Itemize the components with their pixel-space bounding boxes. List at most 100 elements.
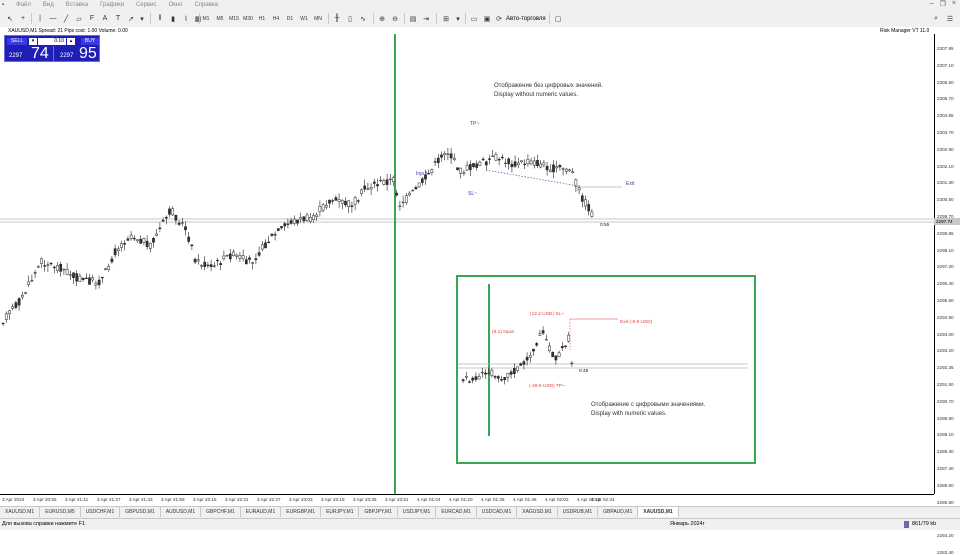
time-tick-label: 4 Apr 01:36: [481, 497, 505, 502]
buy-price-pips[interactable]: 95: [79, 46, 97, 62]
bar-type-icon[interactable]: ╫: [331, 13, 343, 24]
restore-icon[interactable]: ❐: [940, 0, 946, 8]
sell-price-pips[interactable]: 74: [31, 46, 49, 62]
fibonacci-icon[interactable]: F: [86, 13, 98, 24]
sl-numeric-label[interactable]: (12.2 USD) SL~: [530, 312, 564, 317]
menu-charts[interactable]: Графики: [94, 2, 130, 8]
candle-body: [414, 187, 418, 190]
sl-label[interactable]: SL~: [468, 191, 477, 197]
candle-body: [571, 171, 575, 173]
timeframe-m5[interactable]: M5: [214, 13, 226, 24]
tp-numeric-label[interactable]: (-29.8 USD) TP~: [529, 384, 565, 389]
candle-body: [200, 265, 203, 267]
timeframe-m30[interactable]: M30: [242, 13, 254, 24]
candle-body: [187, 236, 191, 242]
bar-chart-icon[interactable]: ǁ: [154, 13, 166, 24]
chart-tab[interactable]: EURUSD,M5: [40, 507, 81, 517]
candle-body: [110, 258, 114, 263]
auto-trading-icon[interactable]: ⟳: [493, 13, 505, 24]
minimize-icon[interactable]: –: [930, 0, 934, 8]
chart-tab[interactable]: EURCAD,M1: [436, 507, 477, 517]
indicators-icon[interactable]: ⊞: [440, 13, 452, 24]
buy-price-prefix[interactable]: 2297: [60, 53, 73, 59]
zoom-in-icon[interactable]: ⊕: [376, 13, 388, 24]
tp-label[interactable]: TP~: [470, 121, 479, 127]
channel-icon[interactable]: ▱: [73, 13, 85, 24]
chart-tab[interactable]: XAUUSD,M1: [0, 507, 41, 517]
grid-icon[interactable]: ▤: [407, 13, 419, 24]
crosshair-icon[interactable]: +: [17, 13, 29, 24]
chart-tab[interactable]: XAGUSD,M1: [517, 507, 558, 517]
chart-tab[interactable]: AUDUSD,M1: [161, 507, 202, 517]
chart-tab[interactable]: USDCAD,M1: [477, 507, 518, 517]
templates-icon[interactable]: ▣: [481, 13, 493, 24]
candle-body: [356, 200, 360, 202]
lot-input[interactable]: 0.10: [38, 38, 66, 45]
chart-tab[interactable]: USDCHF,M1: [81, 507, 121, 517]
price-tick-label: 2306.50: [937, 79, 954, 85]
exit-label[interactable]: Exit: [626, 181, 634, 187]
lot-increase-icon[interactable]: ▴: [67, 38, 75, 45]
chart-info-bar: [0, 27, 960, 34]
candle-body: [334, 197, 338, 201]
chat-icon[interactable]: ☰: [944, 13, 956, 24]
chart-tab[interactable]: EURGBP,M1: [281, 507, 322, 517]
vertical-line-icon[interactable]: |: [34, 13, 46, 24]
trendline-icon[interactable]: ╱: [60, 13, 72, 24]
buy-button[interactable]: BUY: [81, 38, 99, 45]
exit-numeric-label[interactable]: Exit (-9.8 USD): [620, 320, 652, 325]
annotation-top-ru: Отображение без цифровых значений.: [494, 83, 603, 89]
label-icon[interactable]: T: [112, 13, 124, 24]
chart-tab[interactable]: USDRUB,M1: [558, 507, 599, 517]
timeframe-d1[interactable]: D1: [284, 13, 296, 24]
chart-tab[interactable]: GBPCHF,M1: [201, 507, 241, 517]
chart-tab[interactable]: USDJPY,M1: [398, 507, 437, 517]
input-label[interactable]: Input: [416, 171, 427, 177]
indicators-dropdown-icon[interactable]: ▾: [452, 13, 464, 24]
chart-tab[interactable]: GBPJPY,M1: [359, 507, 398, 517]
candle-body: [436, 157, 440, 164]
price-tick-label: 2289.10: [937, 432, 954, 438]
chart-tab[interactable]: EURAUD,M1: [241, 507, 282, 517]
new-order-icon[interactable]: ▢: [552, 13, 564, 24]
candle-body: [206, 264, 210, 267]
menu-help[interactable]: Справка: [188, 2, 224, 8]
candle-body: [257, 252, 261, 256]
candle-type-icon[interactable]: ▯: [344, 13, 356, 24]
lot-decrease-icon[interactable]: ▾: [29, 38, 37, 45]
zoom-out-icon[interactable]: ⊖: [389, 13, 401, 24]
candle-body: [8, 310, 11, 315]
timeframe-w1[interactable]: W1: [298, 13, 310, 24]
menu-file[interactable]: Файл: [10, 2, 37, 8]
timeframe-mn[interactable]: MN: [312, 13, 324, 24]
auto-trading-button[interactable]: Авто-торговля: [506, 13, 550, 24]
close-icon[interactable]: ×: [952, 0, 956, 8]
timeframe-m1[interactable]: M1: [200, 13, 212, 24]
chart-tab[interactable]: GBPUSD,M1: [120, 507, 161, 517]
chart-tab[interactable]: EURJPY,M1: [321, 507, 360, 517]
chart-tab[interactable]: GBPAUD,M1: [598, 507, 639, 517]
menu-view[interactable]: Вид: [37, 2, 60, 8]
candle-body: [52, 266, 56, 269]
more-icon[interactable]: ▾: [136, 13, 148, 24]
timeframe-h1[interactable]: H1: [256, 13, 268, 24]
timeframe-h4[interactable]: H4: [270, 13, 282, 24]
menu-window[interactable]: Окно: [162, 2, 188, 8]
periods-icon[interactable]: ▭: [468, 13, 480, 24]
horizontal-line-icon[interactable]: —: [47, 13, 59, 24]
input-numeric-label[interactable]: (8.1) Input: [492, 330, 514, 335]
line-type-icon[interactable]: ∿: [357, 13, 369, 24]
menu-tools[interactable]: Сервис: [130, 2, 163, 8]
annotation-bottom-en: Display with numeric values.: [591, 411, 667, 417]
cursor-icon[interactable]: ↖: [4, 13, 16, 24]
chart-tab[interactable]: XAUUSD,M1: [638, 507, 679, 517]
search-icon[interactable]: ⌕: [930, 13, 942, 24]
sell-button[interactable]: SELL: [7, 38, 27, 45]
text-icon[interactable]: A: [99, 13, 111, 24]
autoscroll-icon[interactable]: ⇥: [420, 13, 432, 24]
timeframe-m15[interactable]: M15: [228, 13, 240, 24]
line-chart-icon[interactable]: ⌇: [180, 13, 192, 24]
candlestick-icon[interactable]: ▮: [167, 13, 179, 24]
sell-price-prefix[interactable]: 2297: [9, 53, 22, 59]
menu-insert[interactable]: Вставка: [60, 2, 94, 8]
